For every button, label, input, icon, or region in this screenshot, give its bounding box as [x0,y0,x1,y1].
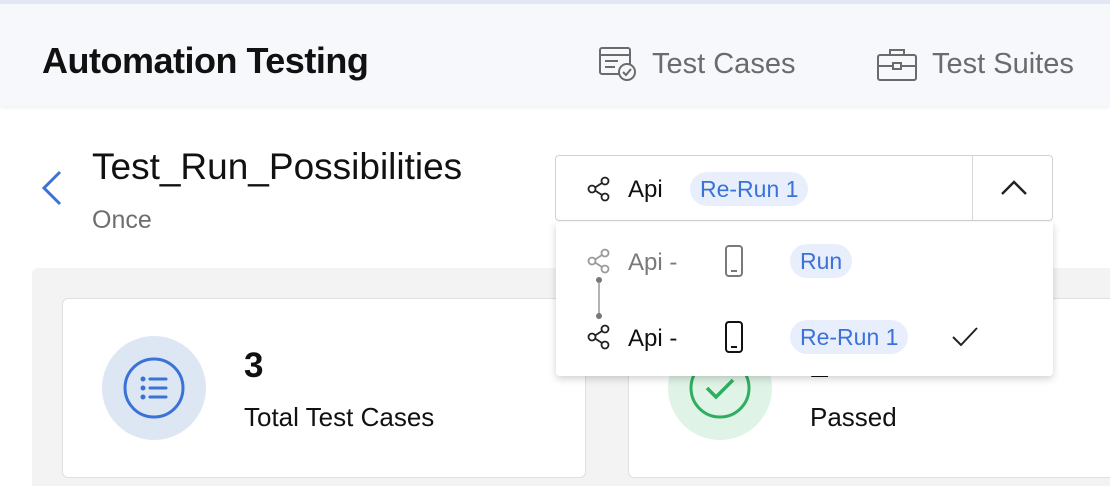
mobile-phone-icon [725,245,743,277]
checkmark-icon [952,327,978,347]
mobile-phone-icon [725,321,743,353]
back-chevron-icon[interactable] [38,168,68,208]
dropdown-divider [972,156,973,220]
share-nodes-icon [587,176,610,202]
nav-test-cases[interactable]: Test Cases [598,42,795,86]
run-option-type: Api - [628,325,678,352]
nav-test-suites[interactable]: Test Suites [876,42,1074,86]
checklist-icon [599,47,636,81]
run-frequency: Once [92,206,152,234]
passed-label: Passed [810,402,897,432]
run-option-badge: Run [790,244,853,278]
top-bar: Automation Testing Test Cases Test Suite… [0,0,1110,106]
run-option-badge: Re-Run 1 [790,320,909,354]
selected-run-type: Api [628,176,663,203]
share-nodes-icon [587,248,610,274]
run-title: Test_Run_Possibilities [92,146,463,187]
run-option-type: Api - [628,249,678,276]
share-nodes-icon [587,324,610,350]
total-test-cases-value: 3 [244,346,264,385]
nav-test-suites-label: Test Suites [932,47,1074,80]
selected-run-badge: Re-Run 1 [690,172,809,206]
nav-test-cases-label: Test Cases [652,47,796,80]
list-icon [123,357,185,419]
total-test-cases-label: Total Test Cases [244,402,435,432]
briefcase-icon [877,49,917,81]
run-selector-dropdown[interactable]: Api Re-Run 1 [555,155,1053,221]
chevron-up-icon[interactable] [998,174,1030,202]
app-title: Automation Testing [42,40,369,81]
